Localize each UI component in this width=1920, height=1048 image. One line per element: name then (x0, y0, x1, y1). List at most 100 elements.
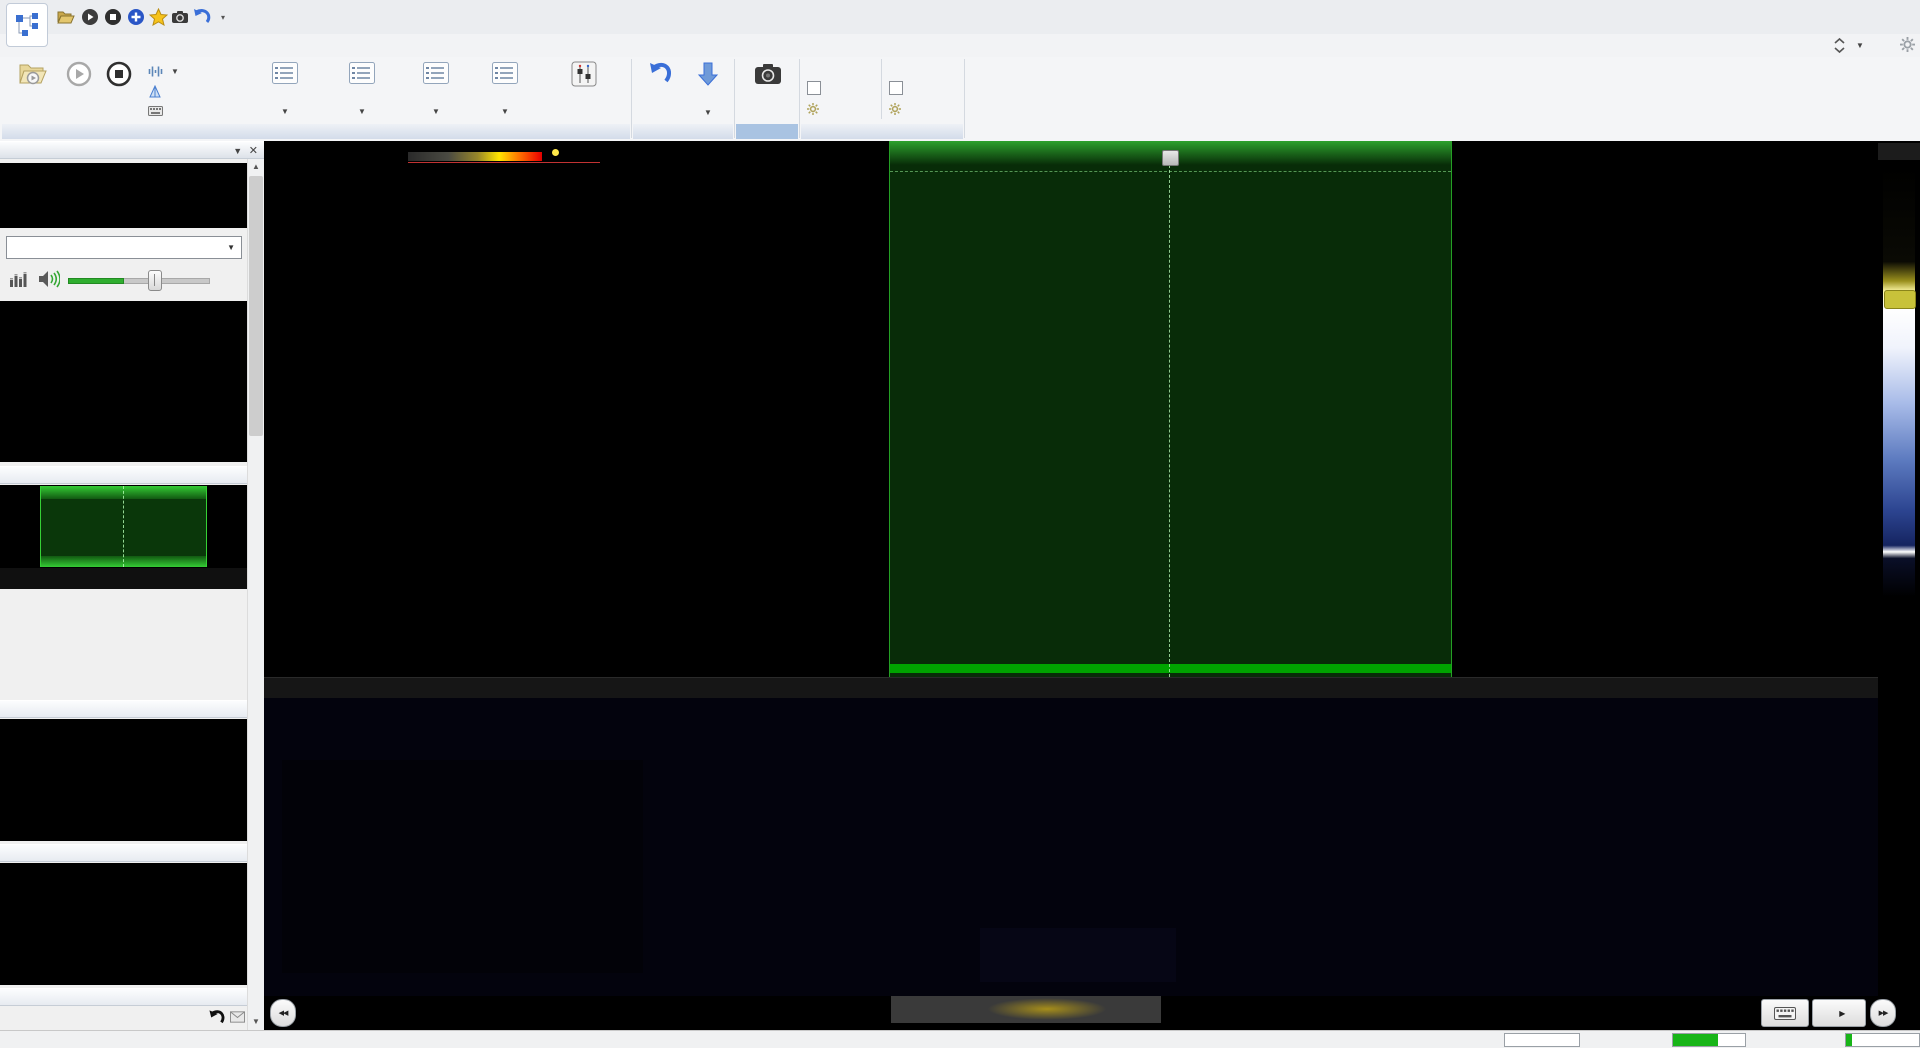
record-button[interactable] (126, 7, 146, 27)
chevron-updown-icon (1832, 37, 1847, 54)
undo-icon (192, 8, 212, 26)
qat-customize-caret[interactable]: ▾ (213, 7, 233, 27)
frequency-display[interactable] (0, 163, 247, 228)
navigator-right-button[interactable]: ▶▶ (1870, 999, 1896, 1027)
chevron-down-icon: ▼ (1856, 41, 1864, 50)
panel-scrollbar[interactable]: ▲ ▼ (247, 159, 264, 1030)
ribbon-separator (734, 59, 735, 138)
level-marker-dot (552, 149, 559, 156)
size-progress-bar (1845, 1033, 1920, 1047)
filter-header: ▲ (0, 844, 264, 862)
play-button[interactable] (80, 7, 100, 27)
navigator-tune-glow (987, 998, 1107, 1020)
waterfall-region-box[interactable] (282, 760, 643, 973)
rx-marker[interactable] (1162, 150, 1179, 166)
level-gradient-slider[interactable] (1883, 167, 1915, 597)
sdr-console-window: ▾ ▼ (0, 0, 1920, 1048)
start-icon (66, 61, 92, 87)
calibration-button[interactable] (148, 81, 166, 101)
frequency-button[interactable] (148, 101, 167, 121)
app-icon[interactable] (6, 3, 48, 47)
list-icon (492, 62, 518, 84)
calibration-icon (148, 85, 162, 98)
ribbon-separator (631, 59, 632, 138)
audio-device-select[interactable]: ▼ (6, 236, 242, 259)
navigator-left-button[interactable]: ◀◀ (270, 999, 296, 1027)
equalizer-icon[interactable] (9, 270, 27, 288)
bandwidth-icon (148, 65, 163, 78)
arrow-down-icon (697, 61, 719, 87)
undo-icon (647, 61, 675, 87)
navigator-keyboard-button[interactable] (1761, 999, 1809, 1027)
if-spectrum-display[interactable] (0, 485, 247, 568)
palette-gradient-bar[interactable] (408, 152, 542, 161)
auto-mute-options-button[interactable] (807, 103, 819, 116)
ribbon-group-label-rx-frequency (633, 124, 733, 139)
filter-panel (0, 863, 247, 985)
settings-button[interactable] (1900, 37, 1915, 57)
list-icon (423, 62, 449, 84)
noise-blanker-enable-checkbox[interactable] (889, 81, 903, 96)
checkbox-icon (889, 81, 903, 95)
style-menu[interactable]: ▼ (1856, 37, 1864, 51)
frequency-tooltip (980, 928, 1176, 982)
volume-slider-thumb[interactable] (148, 270, 162, 291)
status-bar (0, 1030, 1920, 1048)
waterfall-level-strip (1878, 141, 1920, 996)
if-waterfall[interactable] (0, 589, 247, 700)
navigator-zoom-button[interactable]: ▶ (1812, 999, 1866, 1027)
scrollbar-down-arrow[interactable]: ▼ (248, 1014, 264, 1030)
chevron-right-icon: ▶ (1839, 1009, 1845, 1018)
ribbon-group-wideband-dsp (801, 57, 963, 140)
agc-row (0, 1007, 247, 1030)
agc-header: ▲ (0, 988, 264, 1006)
open-file-button[interactable] (56, 7, 76, 27)
keyboard-icon (148, 105, 163, 117)
mode-header: ▲ (0, 700, 264, 718)
ribbon-group-extras (736, 57, 798, 140)
folder-icon (57, 10, 75, 24)
list-icon (272, 62, 298, 84)
frequency-navigator[interactable]: ◀◀ ▶ ▶▶ (264, 996, 1920, 1030)
checkbox-icon (807, 81, 821, 95)
gear-icon (807, 103, 819, 115)
level-slider-handle[interactable] (1884, 290, 1916, 309)
undo-button[interactable] (192, 7, 212, 27)
ribbon-group-label-wideband-dsp (801, 124, 963, 139)
scrollbar-thumb[interactable] (249, 176, 263, 436)
speaker-icon[interactable] (38, 269, 60, 289)
stop-button[interactable] (103, 7, 123, 27)
auto-level-button[interactable] (1878, 143, 1920, 160)
screenshot-quick-button[interactable] (170, 7, 190, 27)
cpu-progress-bar (1504, 1033, 1580, 1047)
spectrum-frequency-ruler[interactable] (264, 677, 1878, 698)
envelope-icon[interactable] (230, 1011, 245, 1023)
ribbon-separator (799, 59, 800, 138)
star-icon (149, 8, 168, 26)
waterfall-display[interactable] (264, 698, 1878, 996)
favourite-button[interactable] (148, 7, 168, 27)
undo-icon[interactable] (208, 1009, 226, 1025)
noise-blanker-options-button[interactable] (889, 103, 901, 116)
list-icon (349, 62, 375, 84)
gear-icon (889, 103, 901, 115)
panel-close-icon[interactable]: ✕ (249, 145, 258, 157)
ribbon: ▼ ▼ ▼ ▼ ▼ (0, 57, 1920, 142)
if-display-header: ▲ (0, 466, 264, 484)
panel-collapse-icon[interactable]: ▼ (233, 146, 242, 156)
gear-icon (1900, 37, 1915, 52)
spectrum-display[interactable] (264, 141, 1878, 698)
scrollbar-up-arrow[interactable]: ▲ (248, 159, 264, 175)
double-left-arrow-icon: ◀◀ (279, 1009, 288, 1017)
if-frequency-ruler (0, 568, 247, 589)
auto-mute-enable-checkbox[interactable] (807, 81, 821, 96)
ribbon-tab-row: ▼ (0, 34, 1920, 57)
audio-progress-bar (1672, 1033, 1746, 1047)
volume-row (0, 265, 247, 295)
ribbon-collapse-button[interactable] (1832, 37, 1847, 59)
keyboard-icon (1774, 1006, 1796, 1021)
bandwidth-button[interactable]: ▼ (148, 61, 179, 81)
stop-icon (106, 61, 132, 87)
camera-icon (754, 63, 782, 85)
chevron-down-icon: ▼ (227, 243, 235, 252)
